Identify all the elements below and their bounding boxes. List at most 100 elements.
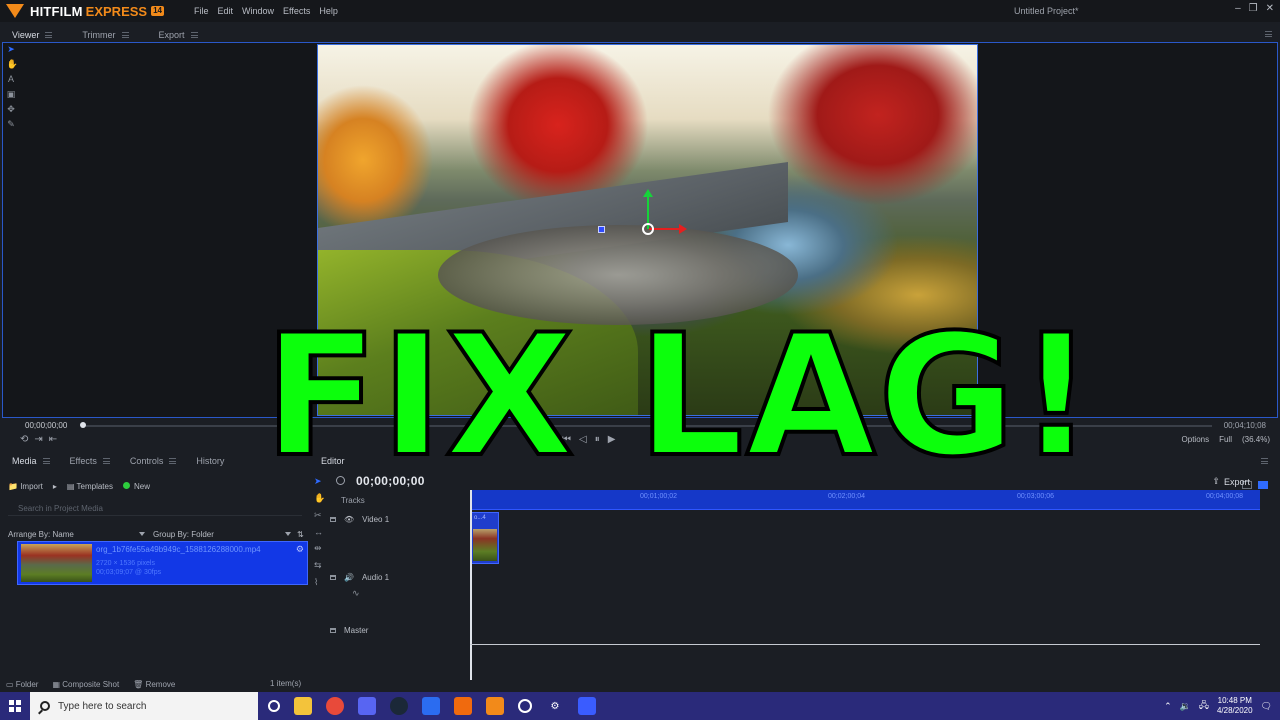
razor-tool-icon[interactable]: ✂: [314, 510, 326, 521]
menu-edit[interactable]: Edit: [218, 6, 234, 16]
obs-icon[interactable]: [518, 699, 532, 713]
remove-label: Remove: [145, 679, 176, 689]
tray-chevron-icon[interactable]: ⌃: [1164, 701, 1172, 712]
clip-thumbnail: [473, 529, 497, 561]
search-icon: [40, 701, 50, 711]
steam-icon[interactable]: [390, 697, 408, 715]
track-master[interactable]: Master: [330, 626, 368, 635]
text-tool-icon[interactable]: A: [7, 74, 16, 85]
tab-menu-icon[interactable]: [190, 32, 198, 38]
viewer-end-time: 00;04;10;08: [1223, 421, 1266, 430]
network-icon[interactable]: 🖧: [1199, 698, 1209, 714]
project-title: Untitled Project*: [1014, 6, 1079, 16]
media-item[interactable]: org_1b76fe55a49b949c_1588126288000.mp4 2…: [17, 541, 308, 585]
tab-controls[interactable]: Controls: [130, 456, 177, 466]
restore-icon[interactable]: ❐: [1249, 3, 1258, 14]
volume-icon[interactable]: 🔉: [1180, 701, 1191, 712]
windows-logo-icon: [9, 700, 21, 712]
dropbox-icon[interactable]: [422, 697, 440, 715]
tab-menu-icon[interactable]: [42, 458, 50, 464]
tab-menu-icon[interactable]: [45, 32, 53, 38]
overlay-headline: FIX LAG!: [262, 298, 1097, 494]
discord-icon[interactable]: [358, 697, 376, 715]
editor-panel-menu-icon[interactable]: [1261, 458, 1268, 464]
pen-app-icon[interactable]: [578, 697, 596, 715]
lock-icon[interactable]: [330, 628, 336, 633]
templates-button[interactable]: ▤ Templates: [67, 482, 113, 491]
notifications-icon[interactable]: 🗨: [1261, 701, 1272, 712]
tab-export[interactable]: Export: [159, 30, 198, 40]
viewer-panel-menu-icon[interactable]: [1265, 31, 1272, 37]
quality-dropdown[interactable]: Full: [1219, 435, 1232, 444]
media-search-input[interactable]: Search in Project Media: [8, 502, 302, 516]
import-button[interactable]: 📁 Import: [8, 482, 43, 491]
select-tool-icon[interactable]: ➤: [7, 44, 16, 55]
hand-tool-icon[interactable]: ✋: [7, 59, 18, 70]
new-button[interactable]: New: [122, 481, 150, 491]
import-menu-arrow-icon[interactable]: ▸: [53, 482, 57, 491]
grid-view-icon[interactable]: [1258, 481, 1268, 489]
tab-trimmer[interactable]: Trimmer: [82, 30, 129, 40]
tab-menu-icon[interactable]: [102, 458, 110, 464]
zoom-dropdown[interactable]: (36.4%): [1242, 435, 1270, 444]
tab-effects[interactable]: Effects: [70, 456, 110, 466]
tab-menu-icon[interactable]: [121, 32, 129, 38]
group-by-dropdown[interactable]: Group By: Folder: [153, 530, 291, 539]
file-explorer-icon[interactable]: [294, 697, 312, 715]
tab-media[interactable]: Media: [12, 456, 50, 466]
loop-icon[interactable]: ⟲: [20, 434, 28, 445]
minimize-icon[interactable]: –: [1235, 3, 1241, 14]
viewer-scrub-handle[interactable]: [80, 422, 86, 428]
taskbar-search-placeholder: Type here to search: [58, 700, 147, 712]
anchor-point-handle[interactable]: [598, 226, 605, 233]
options-dropdown[interactable]: Options: [1182, 435, 1210, 444]
slip-tool-icon[interactable]: ↔: [314, 527, 326, 537]
lock-icon[interactable]: [330, 517, 336, 522]
slide-tool-icon[interactable]: ⇹: [314, 543, 326, 554]
hand-tool-icon[interactable]: ✋: [314, 493, 326, 504]
menu-help[interactable]: Help: [319, 6, 338, 16]
new-folder-button[interactable]: ▭ Folder: [6, 680, 38, 689]
track-audio-1[interactable]: 🔊 Audio 1: [330, 573, 389, 582]
cortana-icon[interactable]: [268, 700, 280, 712]
track-video-1[interactable]: 👁 Video 1: [330, 515, 389, 524]
group-by-label: Group By: Folder: [153, 529, 214, 539]
composite-shot-button[interactable]: ▦ Composite Shot: [52, 680, 119, 689]
eye-icon[interactable]: 👁: [344, 515, 354, 524]
window-controls: – ❐ ✕: [1235, 3, 1274, 14]
transform-center-handle[interactable]: [642, 223, 654, 235]
timeline-clip[interactable]: o...4: [471, 512, 499, 564]
tab-menu-icon[interactable]: [169, 458, 177, 464]
set-out-icon[interactable]: ⇤: [49, 434, 57, 445]
menu-effects[interactable]: Effects: [283, 6, 310, 16]
menu-file[interactable]: File: [194, 6, 209, 16]
orange-app-icon[interactable]: [454, 697, 472, 715]
speaker-icon[interactable]: 🔊: [344, 573, 354, 582]
hitfilm-taskbar-icon[interactable]: [486, 697, 504, 715]
menu-window[interactable]: Window: [242, 6, 274, 16]
waveform-icon[interactable]: ∿: [352, 588, 360, 599]
mask-tool-icon[interactable]: ▣: [7, 89, 16, 100]
tab-viewer[interactable]: Viewer: [12, 30, 53, 40]
lock-icon[interactable]: [330, 575, 336, 580]
arrange-by-dropdown[interactable]: Arrange By: Name: [8, 530, 145, 539]
ripple-tool-icon[interactable]: ⇆: [314, 560, 326, 571]
pen-tool-icon[interactable]: ✎: [7, 119, 16, 130]
chrome-icon[interactable]: [326, 697, 344, 715]
taskbar-clock[interactable]: 10:48 PM 4/28/2020: [1217, 696, 1253, 716]
gear-icon[interactable]: ⚙: [296, 544, 304, 555]
start-button[interactable]: [0, 692, 30, 720]
timeline-playhead[interactable]: [470, 490, 472, 680]
export-button[interactable]: ⇪ Export: [1212, 476, 1250, 487]
set-in-icon[interactable]: ⇥: [34, 434, 42, 445]
close-icon[interactable]: ✕: [1266, 3, 1274, 14]
viewer-current-time: 00;00;00;00: [25, 421, 68, 430]
sort-icon[interactable]: ⇅: [297, 530, 304, 539]
viewer-toolstrip: ➤ ✋ A ▣ ✥ ✎: [4, 44, 18, 130]
ruler-mark: 00;02;00;04: [828, 493, 865, 500]
remove-button[interactable]: 🗑 Remove: [133, 680, 175, 689]
rate-stretch-icon[interactable]: ⌇: [314, 577, 326, 588]
settings-icon[interactable]: ⚙: [546, 697, 564, 715]
taskbar-search[interactable]: Type here to search: [30, 692, 258, 720]
point-tool-icon[interactable]: ✥: [7, 104, 16, 115]
